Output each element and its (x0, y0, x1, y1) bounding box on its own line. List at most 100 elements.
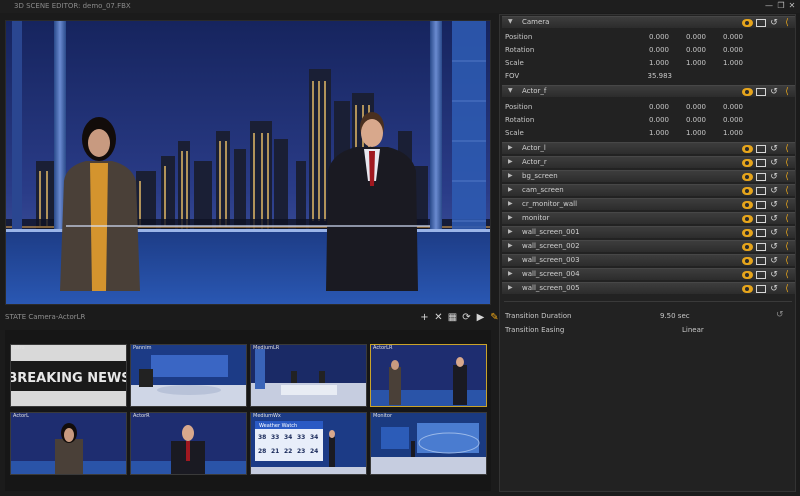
visibility-eye-icon[interactable] (742, 215, 753, 223)
scene-viewport[interactable] (5, 20, 491, 305)
prop-value-x[interactable]: 1.000 (629, 57, 669, 69)
camera-node-header[interactable]: ▼ Camera ↺ ⟨ (502, 16, 795, 28)
minimize-button[interactable]: — (764, 1, 774, 11)
visibility-eye-icon[interactable] (742, 173, 753, 181)
screen-icon[interactable] (756, 187, 766, 195)
visibility-eye-icon[interactable] (742, 229, 753, 237)
share-icon[interactable]: ⟨ (782, 214, 792, 224)
share-icon[interactable]: ⟨ (782, 18, 792, 28)
thumbnail-mediumwx[interactable]: MediumWx Weather Watch 38 33 34 33 34 28 21 22… (250, 412, 367, 475)
visibility-eye-icon[interactable] (742, 19, 753, 27)
expand-arrow-icon[interactable]: ▶ (508, 186, 513, 193)
prop-value-z[interactable]: 0.000 (703, 114, 743, 126)
prop-value-y[interactable]: 1.000 (666, 57, 706, 69)
object-row[interactable]: ▶ wall_screen_004 ↺ ⟨ (502, 268, 795, 280)
screen-icon[interactable] (756, 271, 766, 279)
object-row[interactable]: ▶ wall_screen_001 ↺ ⟨ (502, 226, 795, 238)
reset-icon[interactable]: ↺ (769, 228, 779, 238)
expand-arrow-icon[interactable]: ▶ (508, 228, 513, 235)
expand-arrow-icon[interactable]: ▶ (508, 200, 513, 207)
visibility-eye-icon[interactable] (742, 285, 753, 293)
transition-easing-value[interactable]: Linear (682, 326, 704, 334)
object-row[interactable]: ▶ wall_screen_002 ↺ ⟨ (502, 240, 795, 252)
reset-icon[interactable]: ↺ (769, 18, 779, 28)
restore-button[interactable]: ❐ (776, 1, 786, 11)
screen-icon[interactable] (756, 243, 766, 251)
actor-f-node-header[interactable]: ▼ Actor_f ↺ ⟨ (502, 85, 795, 97)
visibility-eye-icon[interactable] (742, 201, 753, 209)
prop-value-x[interactable]: 0.000 (629, 101, 669, 113)
collapse-arrow-icon[interactable]: ▼ (508, 87, 513, 94)
prop-value-y[interactable]: 0.000 (666, 31, 706, 43)
prop-value-y[interactable]: 0.000 (666, 101, 706, 113)
screen-icon[interactable] (756, 201, 766, 209)
object-row[interactable]: ▶ Actor_l ↺ ⟨ (502, 142, 795, 154)
prop-value-x[interactable]: 0.000 (629, 114, 669, 126)
share-icon[interactable]: ⟨ (782, 228, 792, 238)
expand-arrow-icon[interactable]: ▶ (508, 172, 513, 179)
share-icon[interactable]: ⟨ (782, 158, 792, 168)
visibility-eye-icon[interactable] (742, 88, 753, 96)
share-icon[interactable]: ⟨ (782, 284, 792, 294)
reset-icon[interactable]: ↺ (769, 242, 779, 252)
delete-icon[interactable]: ✕ (433, 312, 444, 323)
share-icon[interactable]: ⟨ (782, 87, 792, 97)
prop-value-x[interactable]: 1.000 (629, 127, 669, 139)
expand-arrow-icon[interactable]: ▶ (508, 158, 513, 165)
share-icon[interactable]: ⟨ (782, 144, 792, 154)
grid-icon[interactable]: ▦ (447, 312, 458, 323)
expand-arrow-icon[interactable]: ▶ (508, 242, 513, 249)
expand-arrow-icon[interactable]: ▶ (508, 256, 513, 263)
thumbnail-mediumlr[interactable]: MediumLR (250, 344, 367, 407)
reset-icon[interactable]: ↺ (769, 172, 779, 182)
object-row[interactable]: ▶ cr_monitor_wall ↺ ⟨ (502, 198, 795, 210)
prop-value-x[interactable]: 0.000 (629, 31, 669, 43)
object-row[interactable]: ▶ wall_screen_003 ↺ ⟨ (502, 254, 795, 266)
screen-icon[interactable] (756, 88, 766, 96)
reset-transition-icon[interactable]: ↺ (776, 310, 784, 320)
screen-icon[interactable] (756, 145, 766, 153)
screen-icon[interactable] (756, 257, 766, 265)
prop-value-x[interactable]: 0.000 (629, 44, 669, 56)
prop-value-y[interactable]: 0.000 (666, 44, 706, 56)
reset-icon[interactable]: ↺ (769, 284, 779, 294)
screen-icon[interactable] (756, 159, 766, 167)
prop-value-z[interactable]: 0.000 (703, 101, 743, 113)
visibility-eye-icon[interactable] (742, 271, 753, 279)
expand-arrow-icon[interactable]: ▶ (508, 144, 513, 151)
object-row[interactable]: ▶ monitor ↺ ⟨ (502, 212, 795, 224)
screen-icon[interactable] (756, 229, 766, 237)
reset-icon[interactable]: ↺ (769, 158, 779, 168)
visibility-eye-icon[interactable] (742, 257, 753, 265)
thumbnail-pannim[interactable]: Pannim (130, 344, 247, 407)
prop-value-z[interactable]: 1.000 (703, 127, 743, 139)
add-icon[interactable]: + (419, 312, 430, 323)
reset-icon[interactable]: ↺ (769, 144, 779, 154)
reset-icon[interactable]: ↺ (769, 200, 779, 210)
prop-value-z[interactable]: 1.000 (703, 57, 743, 69)
thumbnail-actorl[interactable]: ActorL (10, 412, 127, 475)
reset-icon[interactable]: ↺ (769, 214, 779, 224)
reset-icon[interactable]: ↺ (769, 186, 779, 196)
expand-arrow-icon[interactable]: ▶ (508, 214, 513, 221)
collapse-arrow-icon[interactable]: ▼ (508, 18, 513, 25)
thumbnail-intro[interactable]: Intro BREAKING NEWS (10, 344, 127, 407)
screen-icon[interactable] (756, 215, 766, 223)
screen-icon[interactable] (756, 173, 766, 181)
reset-icon[interactable]: ↺ (769, 256, 779, 266)
reset-icon[interactable]: ↺ (769, 87, 779, 97)
object-row[interactable]: ▶ bg_screen ↺ ⟨ (502, 170, 795, 182)
expand-arrow-icon[interactable]: ▶ (508, 270, 513, 277)
prop-value-z[interactable]: 0.000 (703, 44, 743, 56)
share-icon[interactable]: ⟨ (782, 186, 792, 196)
visibility-eye-icon[interactable] (742, 187, 753, 195)
expand-arrow-icon[interactable]: ▶ (508, 284, 513, 291)
close-button[interactable]: ✕ (787, 1, 797, 11)
share-icon[interactable]: ⟨ (782, 270, 792, 280)
object-row[interactable]: ▶ Actor_r ↺ ⟨ (502, 156, 795, 168)
screen-icon[interactable] (756, 19, 766, 27)
screen-icon[interactable] (756, 285, 766, 293)
object-row[interactable]: ▶ wall_screen_005 ↺ ⟨ (502, 282, 795, 294)
visibility-eye-icon[interactable] (742, 145, 753, 153)
thumbnail-monitor[interactable]: Monitor (370, 412, 487, 475)
